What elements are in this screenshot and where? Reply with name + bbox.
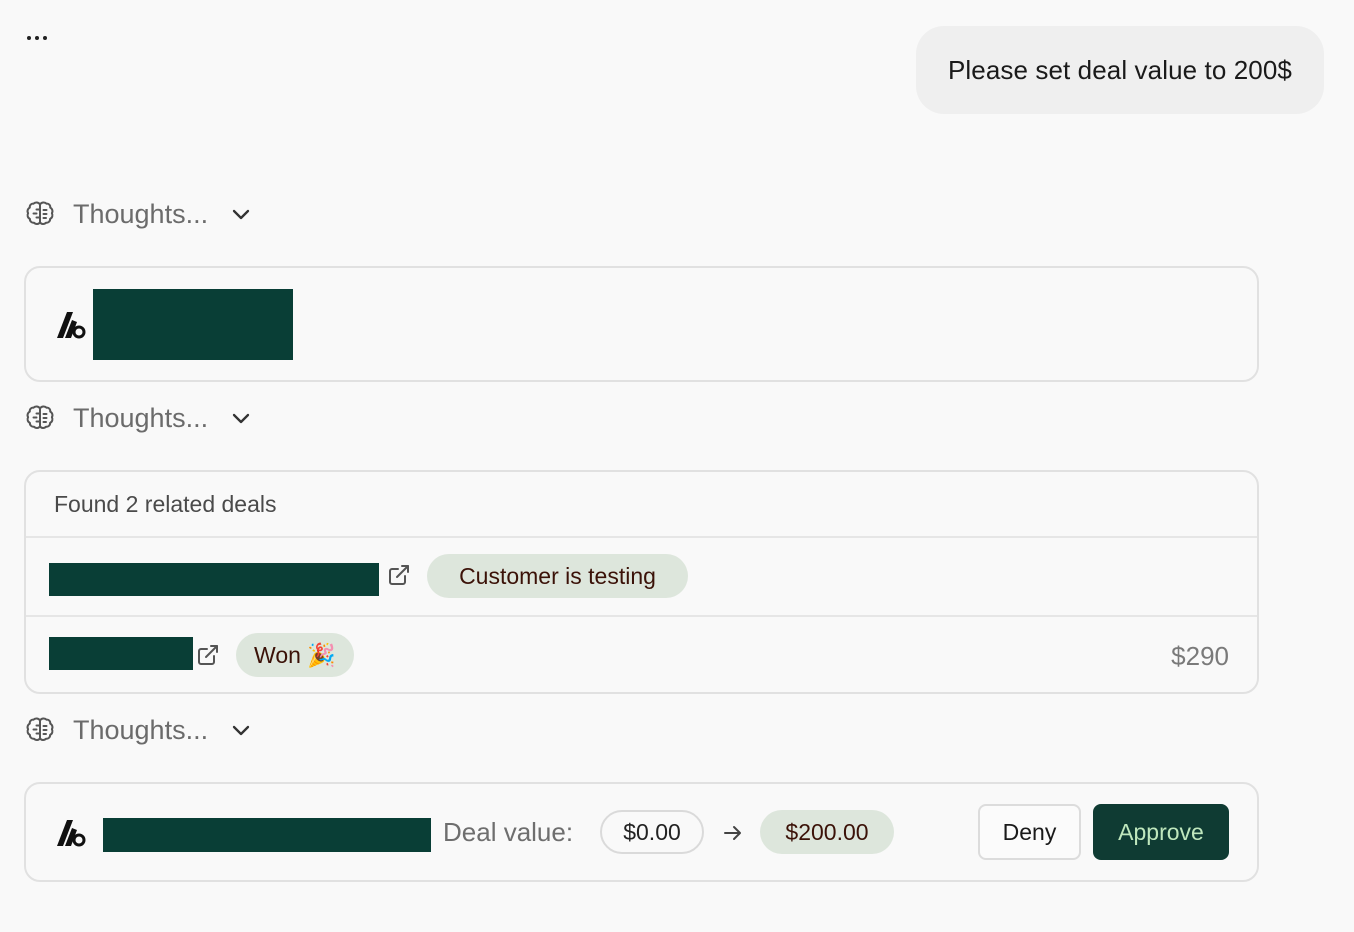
deal-stage-badge: Customer is testing — [427, 554, 688, 598]
redacted-deal-name[interactable] — [49, 637, 193, 670]
user-message-text: Please set deal value to 200$ — [947, 54, 1292, 85]
new-value: $200.00 — [785, 818, 869, 845]
deal-row: Won 🎉 $290 — [26, 615, 1257, 692]
more-dot — [35, 36, 39, 40]
redacted-deal-name[interactable] — [49, 563, 379, 596]
lookup-card — [24, 266, 1259, 382]
old-value-badge: $0.00 — [600, 810, 704, 854]
chat-page: Please set deal value to 200$ Thoughts..… — [0, 0, 1354, 932]
external-link-icon[interactable] — [388, 564, 410, 586]
thoughts-toggle-1[interactable]: Thoughts... — [24, 196, 252, 232]
thoughts-label: Thoughts... — [73, 198, 209, 229]
approve-button[interactable]: Approve — [1093, 804, 1229, 860]
thoughts-label: Thoughts... — [73, 714, 209, 745]
deal-stage-label: Customer is testing — [459, 562, 656, 589]
deny-button[interactable]: Deny — [978, 804, 1081, 860]
brain-icon — [26, 405, 54, 429]
deal-value-field-label: Deal value: — [443, 817, 574, 847]
chevron-down-icon — [232, 725, 250, 736]
redacted-record-name — [103, 818, 431, 852]
approve-button-label: Approve — [1118, 818, 1204, 845]
user-message-bubble: Please set deal value to 200$ — [915, 26, 1324, 114]
more-horizontal-icon — [27, 36, 31, 40]
thoughts-label: Thoughts... — [73, 402, 209, 433]
chevron-down-icon — [232, 413, 250, 424]
deny-button-label: Deny — [1002, 818, 1057, 845]
app-logo-icon — [57, 820, 86, 847]
update-approval-card: Deal value: $0.00 $200.00 Deny Approve — [24, 782, 1259, 882]
external-link-icon[interactable] — [197, 644, 219, 666]
new-value-badge: $200.00 — [760, 810, 894, 854]
old-value: $0.00 — [623, 818, 681, 845]
arrow-right-icon — [724, 826, 741, 840]
thoughts-toggle-2[interactable]: Thoughts... — [24, 400, 252, 436]
deal-value: $290 — [1171, 641, 1229, 671]
brain-icon — [26, 201, 54, 225]
app-logo-icon — [57, 312, 86, 339]
more-dot — [43, 36, 47, 40]
related-deals-header: Found 2 related deals — [26, 472, 1257, 538]
chevron-down-icon — [232, 209, 250, 220]
deal-stage-badge: Won 🎉 — [236, 633, 354, 677]
deal-row: Customer is testing — [26, 538, 1257, 615]
related-deals-card: Found 2 related deals Customer is testin… — [24, 470, 1259, 694]
redacted-record-name — [93, 289, 293, 360]
thoughts-toggle-3[interactable]: Thoughts... — [24, 712, 252, 748]
more-options-button[interactable] — [20, 24, 54, 52]
brain-icon — [26, 717, 54, 741]
deal-stage-label: Won 🎉 — [254, 641, 336, 668]
